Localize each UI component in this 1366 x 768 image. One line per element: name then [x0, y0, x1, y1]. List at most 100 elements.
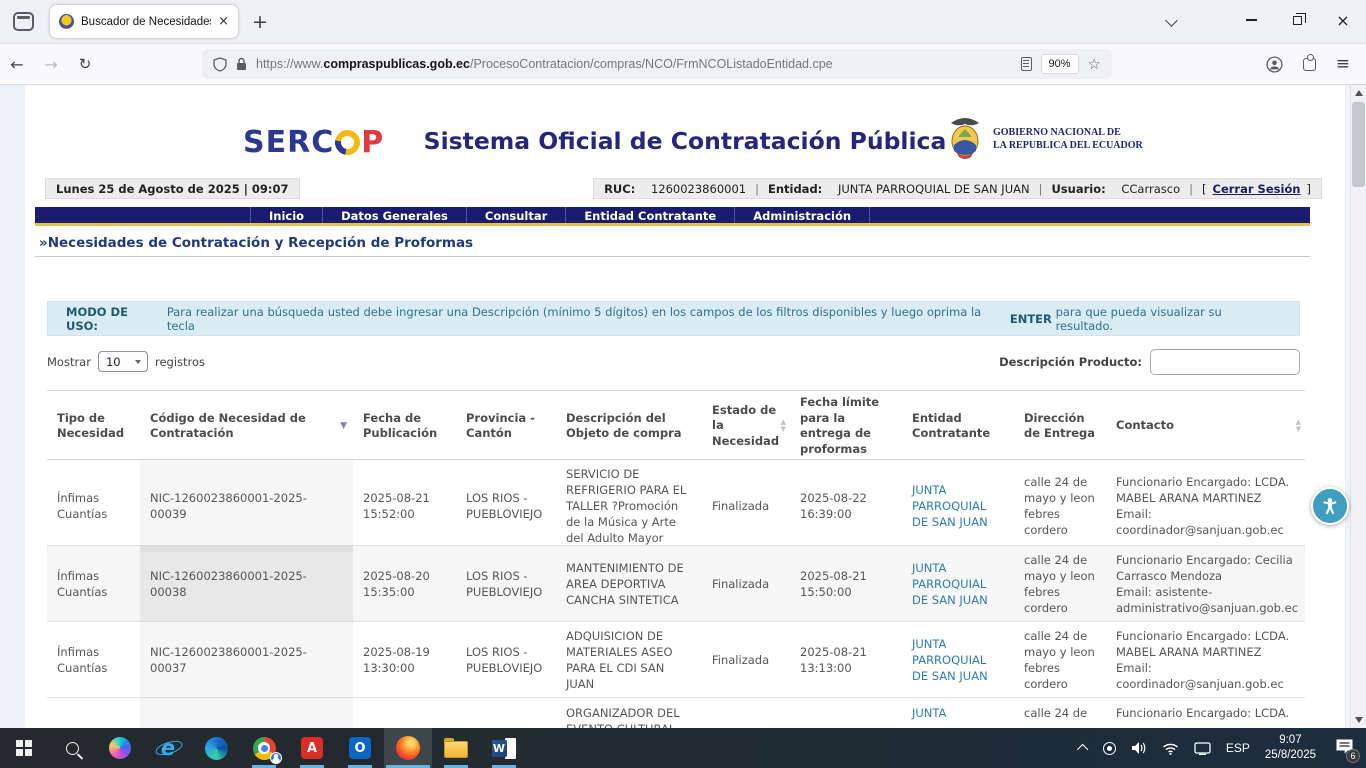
- accessibility-person-icon: [1323, 498, 1337, 515]
- government-text: GOBIERNO NACIONAL DE LA REPUBLICA DEL EC…: [993, 127, 1143, 151]
- firefox-view-icon[interactable]: [13, 12, 34, 31]
- header-contacto[interactable]: Contacto ▲ ▼: [1106, 391, 1305, 461]
- cell-descripcion: SERVICIO DE REFRIGERIO PARA EL TALLER ?P…: [566, 467, 687, 546]
- cell-contacto: Funcionario Encargado: LCDA.: [1116, 706, 1290, 720]
- lock-icon[interactable]: [236, 57, 247, 71]
- copilot-icon: [109, 737, 131, 759]
- tab-close-icon[interactable]: ×: [218, 15, 229, 28]
- records-label: registros: [154, 354, 206, 369]
- tab-title: Buscador de Necesidades de Co: [81, 15, 212, 28]
- browser-tab[interactable]: Buscador de Necesidades de Co ×: [50, 5, 238, 38]
- header-direccion[interactable]: Dirección de Entrega: [1014, 391, 1106, 461]
- taskbar-word-button[interactable]: W: [480, 728, 528, 768]
- tray-chevron-up-icon[interactable]: [1076, 743, 1089, 756]
- list-all-tabs-chevron-icon[interactable]: [1165, 14, 1178, 27]
- start-button[interactable]: [0, 728, 48, 768]
- account-icon[interactable]: [1266, 55, 1283, 73]
- taskbar-outlook-button[interactable]: O: [336, 728, 384, 768]
- session-chip: RUC: 1260023860001 | Entidad: JUNTA PARR…: [593, 178, 1322, 199]
- table-row: Ínfimas Cuantías NIC-1260023860001-2025-…: [47, 546, 1305, 623]
- header-provincia[interactable]: Provincia - Cantón: [456, 391, 556, 461]
- nav-item-datos-generales[interactable]: Datos Generales: [323, 207, 467, 223]
- back-button[interactable]: ←: [0, 55, 34, 74]
- zoom-level-badge[interactable]: 90%: [1040, 54, 1079, 74]
- nav-item-entidad-contratante[interactable]: Entidad Contratante: [566, 207, 736, 223]
- cell-direccion: calle 24 de mayo y leon febres cordero: [1024, 629, 1095, 692]
- new-tab-button[interactable]: +: [252, 11, 268, 33]
- cell-fecha-limite: 2025-08-21 15:50:00: [800, 569, 867, 600]
- forward-button[interactable]: →: [34, 55, 68, 74]
- header-entidad[interactable]: Entidad Contratante: [902, 391, 1014, 461]
- scrollbar-thumb[interactable]: [1352, 102, 1365, 187]
- entity-link[interactable]: JUNTA PARROQUIAL DE SAN JUAN: [912, 560, 1004, 608]
- entity-link[interactable]: JUNTA PARROQUIAL DE SAN JUAN: [912, 636, 1004, 684]
- chrome-profile-badge: [270, 752, 282, 764]
- header-descripcion[interactable]: Descripción del Objeto de compra: [556, 391, 702, 461]
- tray-record-icon[interactable]: [1102, 741, 1116, 755]
- product-description-input[interactable]: [1150, 349, 1300, 375]
- system-tray: ESP 9:07 25/8/2025 6: [1076, 733, 1366, 763]
- volume-icon[interactable]: [1131, 741, 1147, 755]
- records-per-page-select[interactable]: 10: [97, 351, 148, 372]
- sort-desc-icon[interactable]: ▼: [340, 420, 347, 432]
- cell-codigo: NIC-1260023860001-2025-00039: [140, 460, 353, 552]
- table-row: ORGANIZADOR DEL EVENTO CULTURAL JUNTA ca…: [47, 698, 1305, 728]
- ecuador-coat-of-arms: [951, 118, 979, 159]
- logout-link[interactable]: Cerrar Sesión: [1213, 182, 1301, 196]
- taskbar-copilot-button[interactable]: [96, 728, 144, 768]
- scroll-up-arrow-icon[interactable]: [1355, 90, 1363, 96]
- cell-direccion: calle 24 de mayo y leon febres cordero: [1024, 475, 1095, 538]
- search-icon: [65, 741, 79, 755]
- header-fecha-limite[interactable]: Fecha límite para la entrega de proforma…: [790, 391, 902, 461]
- taskbar-file-explorer-button[interactable]: [432, 728, 480, 768]
- header-fecha-publicacion[interactable]: Fecha de Publicación: [353, 391, 456, 461]
- keyboard-language-indicator[interactable]: ESP: [1226, 741, 1250, 755]
- needs-table: Tipo de Necesidad Código de Necesidad de…: [47, 390, 1305, 728]
- header-estado[interactable]: Estado de la Necesidad ▲ ▼: [702, 391, 790, 461]
- cell-entidad: JUNTA PARROQUIAL DE SAN JUAN: [902, 622, 1014, 698]
- reload-button[interactable]: ↻: [68, 55, 102, 73]
- page-scrollbar[interactable]: [1350, 85, 1366, 728]
- nav-item-inicio[interactable]: Inicio: [250, 207, 324, 223]
- url-bar[interactable]: https://www.compraspublicas.gob.ec/Proce…: [202, 49, 1112, 79]
- reader-mode-icon[interactable]: [1020, 57, 1032, 71]
- government-logo: GOBIERNO NACIONAL DE LA REPUBLICA DEL EC…: [945, 115, 1143, 163]
- taskbar-search-button[interactable]: [48, 728, 96, 768]
- taskbar-internet-explorer-button[interactable]: e: [144, 728, 192, 768]
- window-minimize-button[interactable]: [1228, 0, 1274, 40]
- window-close-button[interactable]: ×: [1320, 0, 1366, 40]
- cell-contacto: Funcionario Encargado: LCDA. MABEL ARANA…: [1116, 629, 1290, 692]
- bookmark-star-icon[interactable]: ☆: [1088, 55, 1101, 73]
- accessibility-widget-button[interactable]: [1311, 487, 1349, 525]
- sort-both-icon[interactable]: ▲ ▼: [1296, 419, 1301, 433]
- nav-item-administracion[interactable]: Administración: [735, 207, 871, 223]
- sort-both-icon[interactable]: ▲ ▼: [781, 419, 786, 433]
- cell-fecha-publicacion: 2025-08-20 15:35:00: [363, 569, 430, 600]
- cell-direccion: calle 24 de mayo y leon febres cordero: [1024, 553, 1095, 616]
- taskbar-edge-button[interactable]: [192, 728, 240, 768]
- cell-codigo: [140, 698, 353, 728]
- main-navigation: Inicio Datos Generales Consultar Entidad…: [35, 207, 1310, 226]
- cell-provincia: LOS RIOS - PUEBLOVIEJO: [466, 491, 543, 522]
- notification-center-button[interactable]: 6: [1335, 738, 1360, 763]
- menu-hamburger-icon[interactable]: ≡: [1336, 54, 1350, 74]
- taskbar-acrobat-button[interactable]: A: [288, 728, 336, 768]
- window-restore-button[interactable]: [1274, 0, 1320, 40]
- cell-provincia: [456, 698, 556, 728]
- cell-descripcion: ADQUISICION DE MATERIALES ASEO PARA EL C…: [566, 629, 673, 692]
- browser-toolbar: ← → ↻ https://www.compraspublicas.gob.ec…: [0, 44, 1366, 85]
- tracking-shield-icon[interactable]: [213, 56, 227, 72]
- header-tipo[interactable]: Tipo de Necesidad: [47, 391, 140, 461]
- wifi-icon[interactable]: [1162, 742, 1179, 755]
- nav-item-consultar[interactable]: Consultar: [467, 207, 567, 223]
- entity-link[interactable]: JUNTA PARROQUIAL DE SAN JUAN: [912, 482, 1004, 530]
- entity-link[interactable]: JUNTA: [912, 705, 946, 721]
- tray-clock[interactable]: 9:07 25/8/2025: [1265, 733, 1316, 763]
- cast-display-icon[interactable]: [1194, 741, 1211, 755]
- scroll-down-arrow-icon[interactable]: [1355, 717, 1363, 723]
- taskbar-chrome-button[interactable]: [240, 728, 288, 768]
- usage-info-box: MODO DE USO: Para realizar una búsqueda …: [47, 301, 1300, 336]
- extensions-icon[interactable]: [1302, 53, 1316, 71]
- taskbar-firefox-button[interactable]: [384, 728, 432, 768]
- header-codigo[interactable]: Código de Necesidad de Contratación ▼: [140, 391, 353, 461]
